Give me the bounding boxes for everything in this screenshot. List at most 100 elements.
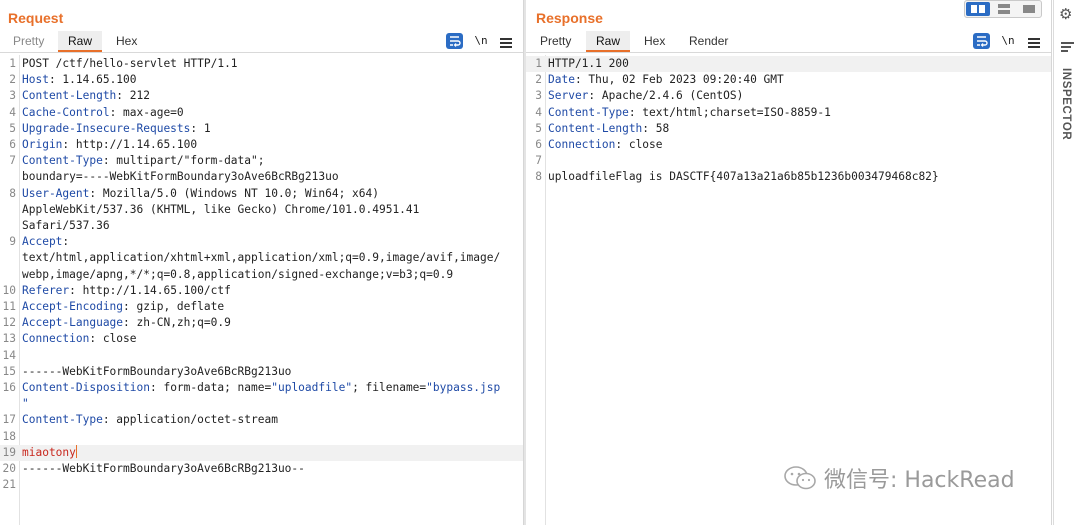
watermark-text: 微信号: HackRead xyxy=(824,468,1015,493)
layout-toggle-group xyxy=(964,0,1042,18)
header-value: webp,image/apng,*/*;q=0.8,application/si… xyxy=(22,267,454,281)
request-line[interactable]: 7 Content-Type: multipart/"form-data"; xyxy=(0,153,523,169)
header-name: Connection xyxy=(548,138,616,151)
request-line[interactable]: webp,image/apng,*/*;q=0.8,application/si… xyxy=(0,267,523,283)
request-line[interactable]: 12 Accept-Language: zh-CN,zh;q=0.9 xyxy=(0,315,523,331)
request-tab-hex[interactable]: Hex xyxy=(106,31,147,52)
response-line[interactable]: 5 Content-Length: 58 xyxy=(526,121,1051,137)
request-line[interactable]: boundary=----WebKitFormBoundary3oAve6BcR… xyxy=(0,169,523,185)
request-line[interactable]: text/html,application/xhtml+xml,applicat… xyxy=(0,250,523,266)
response-line[interactable]: 4 Content-Type: text/html;charset=ISO-885… xyxy=(526,105,1051,121)
wrap-text-icon[interactable] xyxy=(446,33,463,49)
header-value: AppleWebKit/537.36 (KHTML, like Gecko) C… xyxy=(22,202,420,216)
line-content: Content-Length: 58 xyxy=(548,121,1047,137)
request-line[interactable]: 15 ------WebKitFormBoundary3oAve6BcRBg213… xyxy=(0,364,523,380)
wrap-text-icon[interactable] xyxy=(973,33,990,49)
request-line[interactable]: 17 Content-Type: application/octet-stream xyxy=(0,412,523,428)
show-newlines-button[interactable]: \n xyxy=(1000,33,1016,49)
header-name: Origin xyxy=(22,138,63,151)
right-sidebar: ⚙ INSPECTOR xyxy=(1053,0,1080,525)
line-content: POST /ctf/hello-servlet HTTP/1.1 xyxy=(22,56,519,72)
request-line[interactable]: 9 Accept: xyxy=(0,234,523,250)
gear-icon[interactable]: ⚙ xyxy=(1059,5,1072,23)
header-name: Host xyxy=(22,73,49,87)
request-line[interactable]: Safari/537.36 xyxy=(0,218,523,234)
request-line[interactable]: 6 Origin: http://1.14.65.100 xyxy=(0,137,523,153)
side-by-side-layout-icon[interactable] xyxy=(966,2,990,16)
header-name: Content-Length xyxy=(22,89,117,103)
request-line[interactable]: " xyxy=(0,396,523,412)
request-line[interactable]: 20 ------WebKitFormBoundary3oAve6BcRBg213… xyxy=(0,461,523,477)
response-pane: Response Pretty Raw Hex Render \n 1 HTTP/… xyxy=(526,0,1052,525)
response-editor[interactable]: 1 HTTP/1.1 200 2 Date: Thu, 02 Feb 2023 09:… xyxy=(526,55,1051,525)
header-name: Content-Type xyxy=(548,105,629,119)
request-line[interactable]: 10 Referer: http://1.14.65.100/ctf xyxy=(0,283,523,299)
line-number: 5 xyxy=(535,121,542,135)
header-value: : max-age=0 xyxy=(109,105,184,119)
request-line[interactable]: 16 Content-Disposition: form-data; name="… xyxy=(0,380,523,396)
line-number: 6 xyxy=(9,138,16,151)
line-content: Content-Type: application/octet-stream xyxy=(22,412,519,428)
request-line[interactable]: 1 POST /ctf/hello-servlet HTTP/1.1 xyxy=(0,56,523,72)
request-line[interactable]: 3 Content-Length: 212 xyxy=(0,88,523,104)
inspector-tab[interactable]: INSPECTOR xyxy=(1060,68,1072,140)
response-tab-pretty[interactable]: Pretty xyxy=(530,31,581,52)
line-content: " xyxy=(22,396,519,412)
line-number: 10 xyxy=(2,283,16,297)
line-content: miaotony xyxy=(22,444,519,461)
response-tab-raw[interactable]: Raw xyxy=(586,31,631,52)
response-tab-render[interactable]: Render xyxy=(679,31,738,52)
response-menu-icon[interactable] xyxy=(1027,36,1041,52)
request-line[interactable]: 8 User-Agent: Mozilla/5.0 (Windows NT 10.… xyxy=(0,186,523,202)
request-line[interactable]: 19 miaotony xyxy=(0,444,523,461)
response-line[interactable]: 7 xyxy=(526,153,1051,169)
line-number: 11 xyxy=(2,300,16,313)
header-name: Server xyxy=(548,89,589,103)
line-content: Cache-Control: max-age=0 xyxy=(22,105,519,121)
line-number: 21 xyxy=(2,478,16,492)
line-content: webp,image/apng,*/*;q=0.8,application/si… xyxy=(22,267,519,283)
request-line[interactable]: 18 xyxy=(0,429,523,445)
request-line[interactable]: AppleWebKit/537.36 (KHTML, like Gecko) C… xyxy=(0,202,523,218)
line-content: AppleWebKit/537.36 (KHTML, like Gecko) C… xyxy=(22,202,519,218)
top-bottom-layout-icon[interactable] xyxy=(992,2,1016,16)
request-line[interactable]: 21 xyxy=(0,477,523,493)
response-line[interactable]: 2 Date: Thu, 02 Feb 2023 09:20:40 GMT xyxy=(526,72,1051,88)
header-name: Content-Disposition xyxy=(22,381,150,394)
request-line[interactable]: 2 Host: 1.14.65.100 xyxy=(0,72,523,88)
line-number: 2 xyxy=(9,73,16,87)
header-value: : close xyxy=(89,332,137,346)
show-newlines-button[interactable]: \n xyxy=(473,33,489,49)
request-line[interactable]: 11 Accept-Encoding: gzip, deflate xyxy=(0,299,523,315)
request-line[interactable]: 14 xyxy=(0,348,523,364)
request-menu-icon[interactable] xyxy=(499,36,513,52)
header-value: : gzip, deflate xyxy=(123,300,225,313)
header-value: uploadfileFlag is DASCTF{407a13a21a6b85b… xyxy=(548,170,939,184)
request-line[interactable]: 4 Cache-Control: max-age=0 xyxy=(0,105,523,121)
request-tab-raw[interactable]: Raw xyxy=(58,31,103,52)
request-editor[interactable]: 1 POST /ctf/hello-servlet HTTP/1.1 2 Host : … xyxy=(0,55,523,525)
header-name: Cache-Control xyxy=(22,105,110,119)
header-name: Accept-Language xyxy=(22,316,124,330)
line-content: ------WebKitFormBoundary3oAve6BcRBg213uo… xyxy=(22,461,519,477)
header-value: : http://1.14.65.100/ctf xyxy=(69,283,231,297)
single-pane-layout-icon[interactable] xyxy=(1017,2,1041,16)
inspector-menu-icon[interactable] xyxy=(1061,40,1074,54)
line-number: 2 xyxy=(535,73,542,87)
response-tab-hex[interactable]: Hex xyxy=(634,31,675,52)
header-value: : Apache/2.4.6 (CentOS) xyxy=(588,89,744,103)
response-line[interactable]: 1 HTTP/1.1 200 xyxy=(526,56,1051,73)
request-title: Request xyxy=(8,10,64,26)
response-line[interactable]: 3 Server: Apache/2.4.6 (CentOS) xyxy=(526,88,1051,104)
response-line[interactable]: 6 Connection: close xyxy=(526,137,1051,153)
request-tab-pretty[interactable]: Pretty xyxy=(3,31,54,52)
header-value: : multipart/"form-data"; xyxy=(102,154,265,168)
wechat-icon xyxy=(784,466,816,490)
response-line[interactable]: 8 uploadfileFlag is DASCTF{407a13a21a6b85… xyxy=(526,169,1051,185)
header-value: boundary=----WebKitFormBoundary3oAve6BcR… xyxy=(22,170,339,184)
request-line[interactable]: 13 Connection: close xyxy=(0,331,523,347)
request-line[interactable]: 5 Upgrade-Insecure-Requests: 1 xyxy=(0,121,523,137)
line-content: uploadfileFlag is DASCTF{407a13a21a6b85b… xyxy=(548,169,1047,185)
line-number: 5 xyxy=(9,121,16,135)
line-content: HTTP/1.1 200 xyxy=(548,56,1047,72)
